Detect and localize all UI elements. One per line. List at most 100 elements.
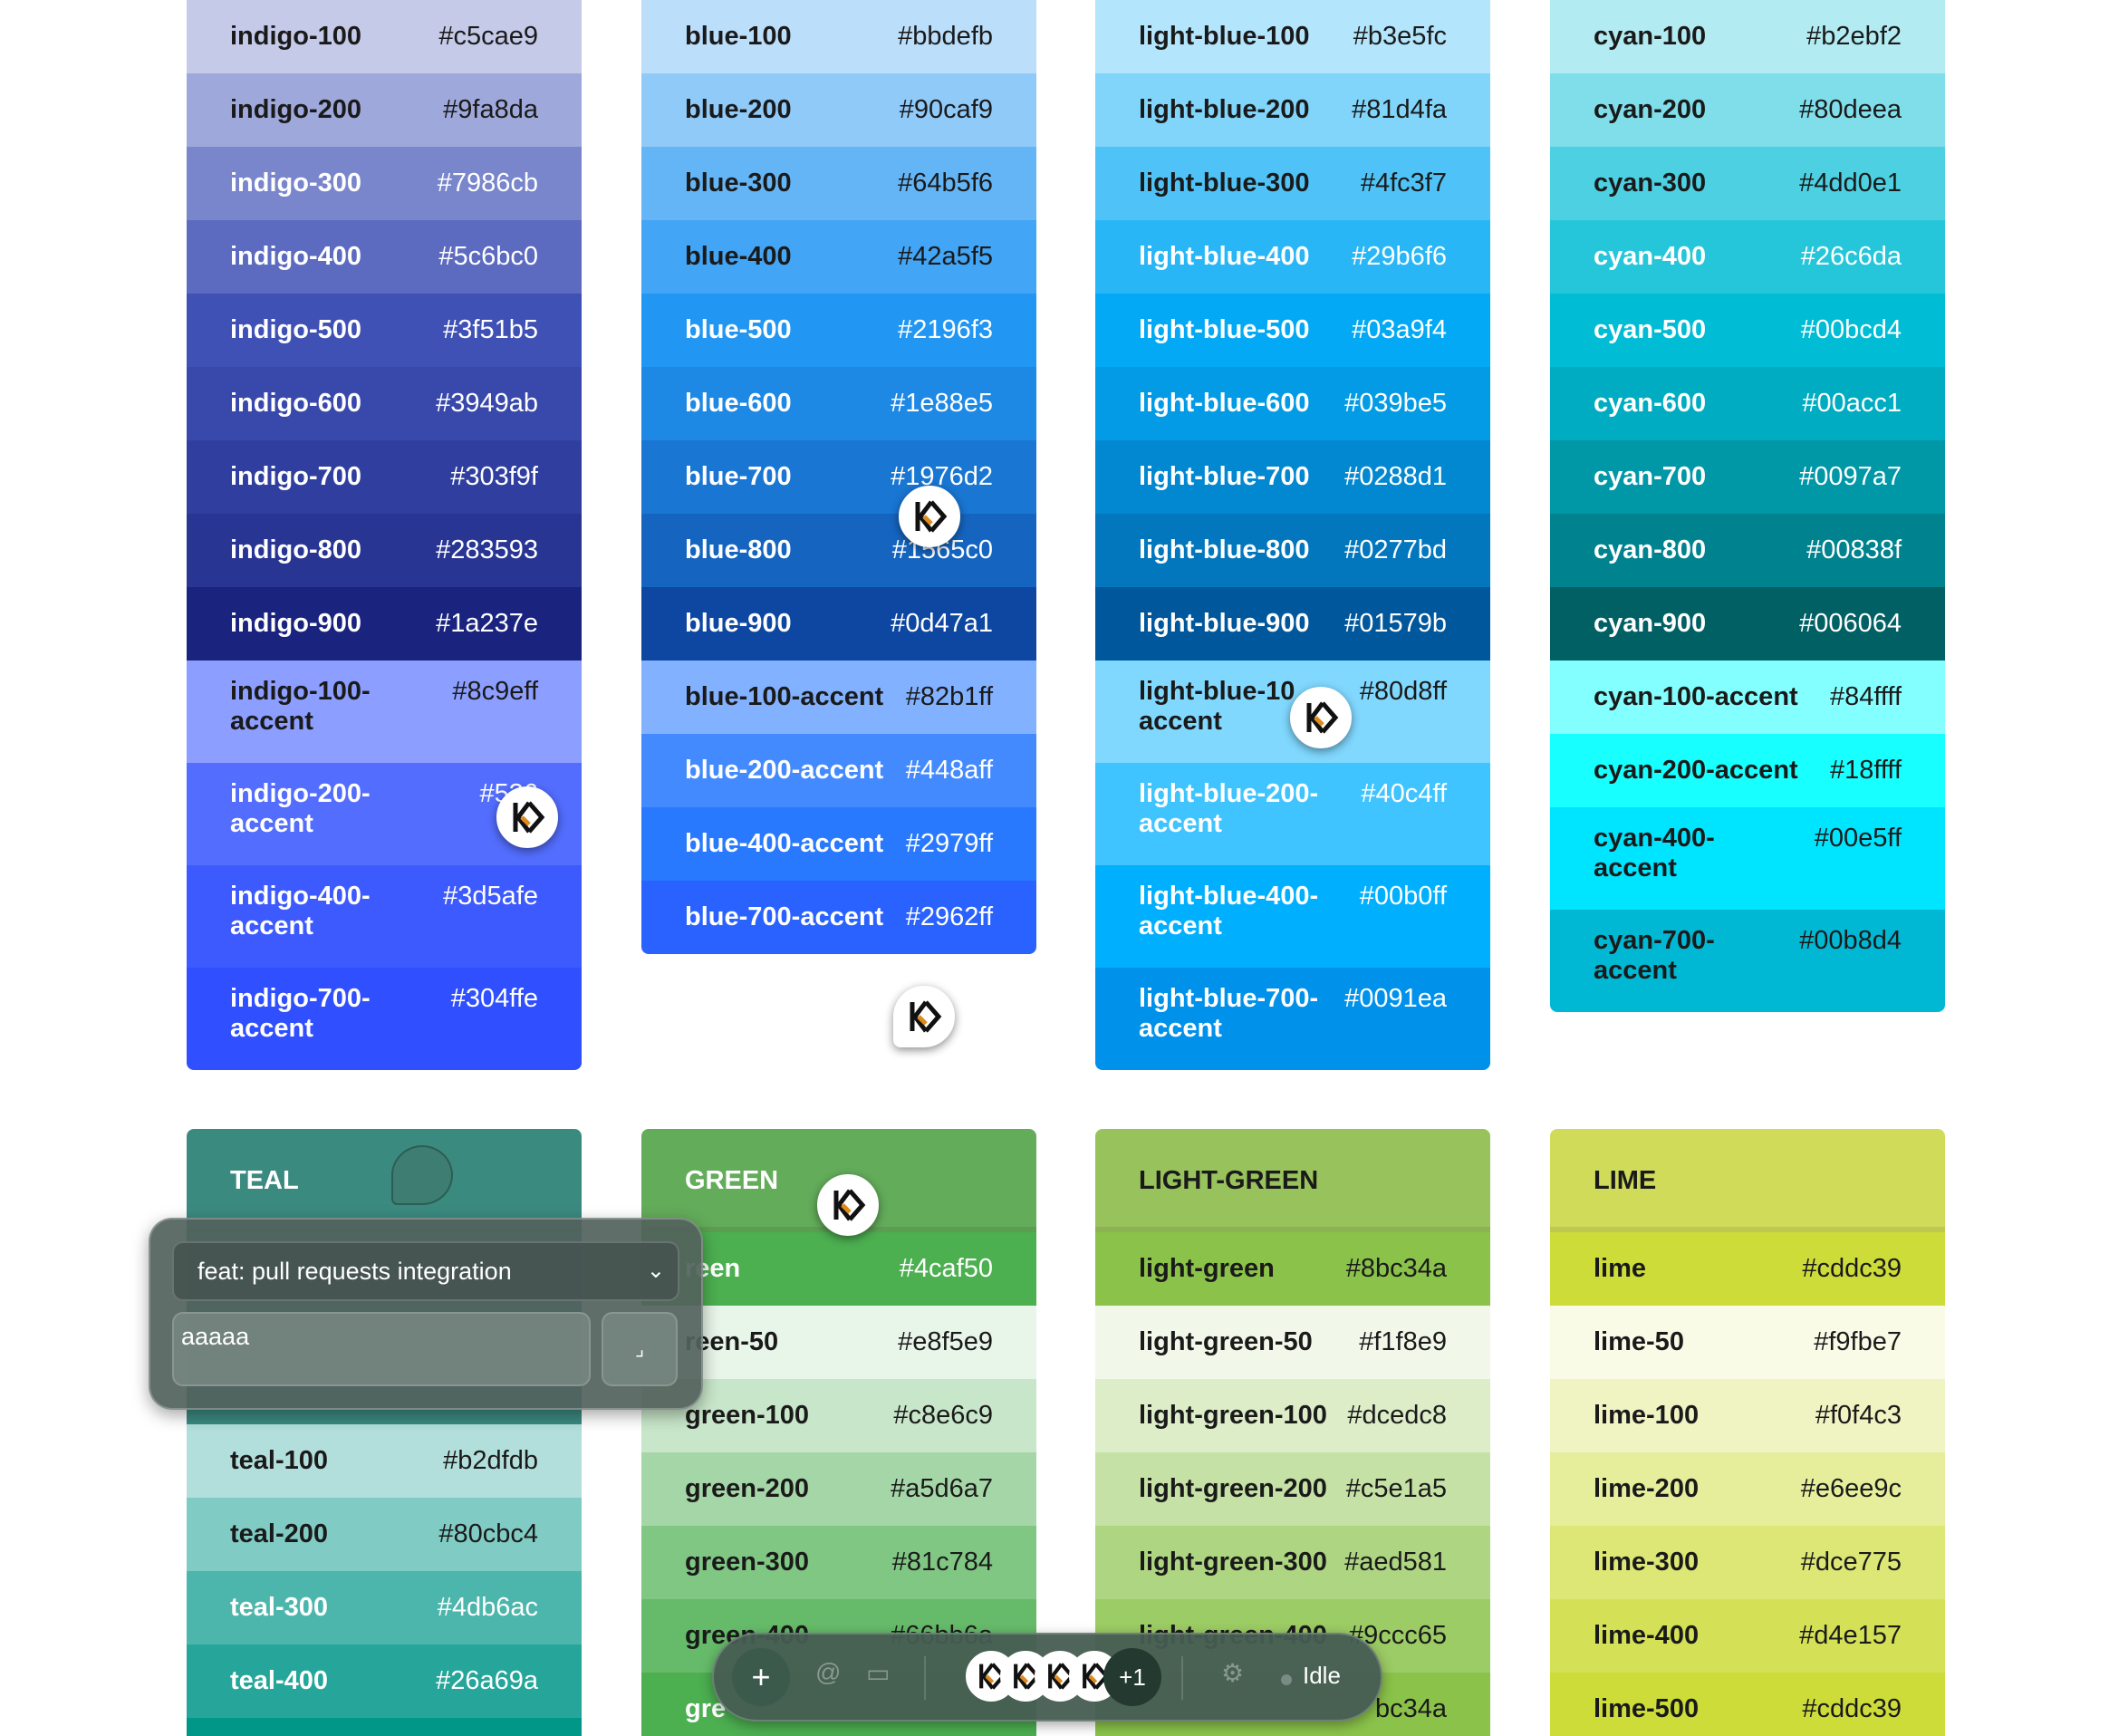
swatch-row[interactable]: blue-700 #1976d2 (641, 440, 1036, 514)
swatch-row[interactable]: light-blue-200-accent #40c4ff (1095, 763, 1490, 865)
swatch-row[interactable]: cyan-200-accent #18ffff (1550, 734, 1945, 807)
swatch-row[interactable]: indigo-400 #5c6bc0 (187, 220, 582, 294)
swatch-row[interactable]: light-blue-400-accent #00b0ff (1095, 865, 1490, 968)
swatch-row[interactable]: cyan-400-accent #00e5ff (1550, 807, 1945, 910)
swatch-name: light-green-200 (1139, 1474, 1327, 1503)
comment-pin-avatar[interactable] (893, 986, 955, 1047)
collaborator-avatar-pin[interactable] (1290, 687, 1352, 748)
swatch-row[interactable]: cyan-700 #0097a7 (1550, 440, 1945, 514)
swatch-hex: #bbdefb (898, 22, 993, 51)
swatch-row[interactable]: cyan-600 #00acc1 (1550, 367, 1945, 440)
swatch-row[interactable]: green-300 #81c784 (641, 1526, 1036, 1599)
swatch-row[interactable]: indigo-200 #9fa8da (187, 73, 582, 147)
swatch-row[interactable]: lime-50 #f9fbe7 (1550, 1306, 1945, 1379)
swatch-row[interactable]: light-blue-400 #29b6f6 (1095, 220, 1490, 294)
calendar-icon[interactable]: ▭ (866, 1658, 890, 1688)
swatch-row[interactable]: indigo-600 #3949ab (187, 367, 582, 440)
swatch-row[interactable]: indigo-700-accent #304ffe (187, 968, 582, 1070)
swatch-row[interactable]: lime-200 #e6ee9c (1550, 1452, 1945, 1526)
thread-select-value: feat: pull requests integration (197, 1257, 512, 1285)
swatch-row[interactable]: cyan-900 #006064 (1550, 587, 1945, 661)
swatch-row[interactable]: cyan-700-accent #00b8d4 (1550, 910, 1945, 1012)
swatch-row[interactable]: cyan-200 #80deea (1550, 73, 1945, 147)
swatch-row[interactable]: blue-500 #2196f3 (641, 294, 1036, 367)
swatch-row[interactable]: light-blue-900 #01579b (1095, 587, 1490, 661)
swatch-row[interactable]: light-blue-500 #03a9f4 (1095, 294, 1490, 367)
swatch-row[interactable]: indigo-100-accent #8c9eff (187, 661, 582, 763)
swatch-hex: #f0f4c3 (1815, 1401, 1902, 1430)
comment-input[interactable]: aaaaa (172, 1312, 591, 1386)
swatch-name: green-200 (685, 1474, 810, 1503)
collaborator-avatar-pin[interactable] (899, 486, 960, 547)
swatch-row[interactable]: indigo-100 #c5cae9 (187, 0, 582, 73)
swatch-row[interactable]: light-green-300 #aed581 (1095, 1526, 1490, 1599)
swatch-row[interactable]: cyan-100-accent #84ffff (1550, 661, 1945, 734)
swatch-row[interactable]: cyan-500 #00bcd4 (1550, 294, 1945, 367)
swatch-row[interactable]: cyan-400 #26c6da (1550, 220, 1945, 294)
swatch-row[interactable]: lime #cddc39 (1550, 1232, 1945, 1306)
swatch-row[interactable]: blue-900 #0d47a1 (641, 587, 1036, 661)
cyan-palette-column: cyan-100 #b2ebf2 cyan-200 #80deea cyan-300 #4… (1550, 0, 1945, 1012)
swatch-name: indigo-200-accent (230, 779, 371, 838)
swatch-row[interactable]: lime-300 #dce775 (1550, 1526, 1945, 1599)
swatch-row[interactable]: blue-800 #1565c0 (641, 514, 1036, 587)
swatch-row[interactable]: cyan-300 #4dd0e1 (1550, 147, 1945, 220)
swatch-row[interactable]: blue-700-accent #2962ff (641, 881, 1036, 954)
swatch-hex: #42a5f5 (898, 242, 993, 271)
swatch-hex: #d4e157 (1799, 1621, 1902, 1650)
swatch-row[interactable]: light-blue-700 #0288d1 (1095, 440, 1490, 514)
send-comment-button[interactable]: ⌟ (602, 1312, 678, 1386)
swatch-row[interactable]: light-blue-600 #039be5 (1095, 367, 1490, 440)
swatch-row[interactable]: blue-300 #64b5f6 (641, 147, 1036, 220)
swatch-row[interactable]: lime-100 #f0f4c3 (1550, 1379, 1945, 1452)
swatch-row[interactable]: indigo-700 #303f9f (187, 440, 582, 514)
mention-icon[interactable]: @ (815, 1658, 841, 1687)
swatch-row[interactable]: light-blue-300 #4fc3f7 (1095, 147, 1490, 220)
swatch-row[interactable]: blue-100 #bbdefb (641, 0, 1036, 73)
swatch-row[interactable]: lime-400 #d4e157 (1550, 1599, 1945, 1673)
swatch-row[interactable]: light-green-100 #dcedc8 (1095, 1379, 1490, 1452)
swatch-row[interactable]: indigo-300 #7986cb (187, 147, 582, 220)
swatch-row[interactable]: teal-100 #b2dfdb (187, 1424, 582, 1498)
swatch-row[interactable]: cyan-100 #b2ebf2 (1550, 0, 1945, 73)
swatch-row[interactable]: blue-100-accent #82b1ff (641, 661, 1036, 734)
swatch-row[interactable]: green-200 #a5d6a7 (641, 1452, 1036, 1526)
swatch-row[interactable]: indigo-800 #283593 (187, 514, 582, 587)
swatch-row[interactable]: teal-400 #26a69a (187, 1644, 582, 1718)
swatch-name: blue-700 (685, 462, 792, 491)
swatch-row[interactable]: blue-400-accent #2979ff (641, 807, 1036, 881)
swatch-row[interactable]: blue-200-accent #448aff (641, 734, 1036, 807)
swatch-hex: #448aff (905, 756, 993, 785)
swatch-row[interactable]: cyan-800 #00838f (1550, 514, 1945, 587)
swatch-row[interactable]: indigo-900 #1a237e (187, 587, 582, 661)
swatch-hex: #5c6bc0 (438, 242, 538, 271)
swatch-row[interactable]: light-green-200 #c5e1a5 (1095, 1452, 1490, 1526)
collaborator-avatar-pin[interactable] (817, 1174, 879, 1236)
swatch-row[interactable]: teal-500#009688 (187, 1718, 582, 1736)
swatch-row[interactable]: light-green-50 #f1f8e9 (1095, 1306, 1490, 1379)
swatch-name: cyan-300 (1594, 169, 1707, 198)
swatch-row[interactable]: indigo-400-accent #3d5afe (187, 865, 582, 968)
gear-icon[interactable]: ⚙ (1221, 1658, 1244, 1688)
swatch-row[interactable]: blue-400 #42a5f5 (641, 220, 1036, 294)
add-button[interactable]: + (732, 1648, 790, 1706)
swatch-row[interactable]: lime-500 #cddc39 (1550, 1673, 1945, 1736)
swatch-hex: #1e88e5 (891, 389, 993, 418)
swatch-row[interactable]: teal-200 #80cbc4 (187, 1498, 582, 1571)
swatch-row[interactable]: light-blue-200 #81d4fa (1095, 73, 1490, 147)
swatch-row[interactable]: teal-300 #4db6ac (187, 1571, 582, 1644)
swatch-name: light-blue-700 (1139, 462, 1310, 491)
swatch-hex: #2962ff (905, 902, 993, 931)
thread-select[interactable]: feat: pull requests integration ⌄ (172, 1241, 679, 1301)
swatch-row[interactable]: light-blue-800 #0277bd (1095, 514, 1490, 587)
swatch-row[interactable]: light-blue-100 #b3e5fc (1095, 0, 1490, 73)
swatch-row[interactable]: blue-600 #1e88e5 (641, 367, 1036, 440)
swatch-row[interactable]: light-blue-700-accent #0091ea (1095, 968, 1490, 1070)
more-collaborators-badge[interactable]: +1 (1103, 1648, 1161, 1706)
lime-palette-title: LIME (1550, 1129, 1945, 1232)
swatch-row[interactable]: indigo-500 #3f51b5 (187, 294, 582, 367)
collaborator-avatar-pin[interactable] (496, 786, 558, 848)
swatch-row[interactable]: light-green #8bc34a (1095, 1232, 1490, 1306)
swatch-row[interactable]: blue-200 #90caf9 (641, 73, 1036, 147)
comment-marker-bubble[interactable] (391, 1145, 453, 1205)
